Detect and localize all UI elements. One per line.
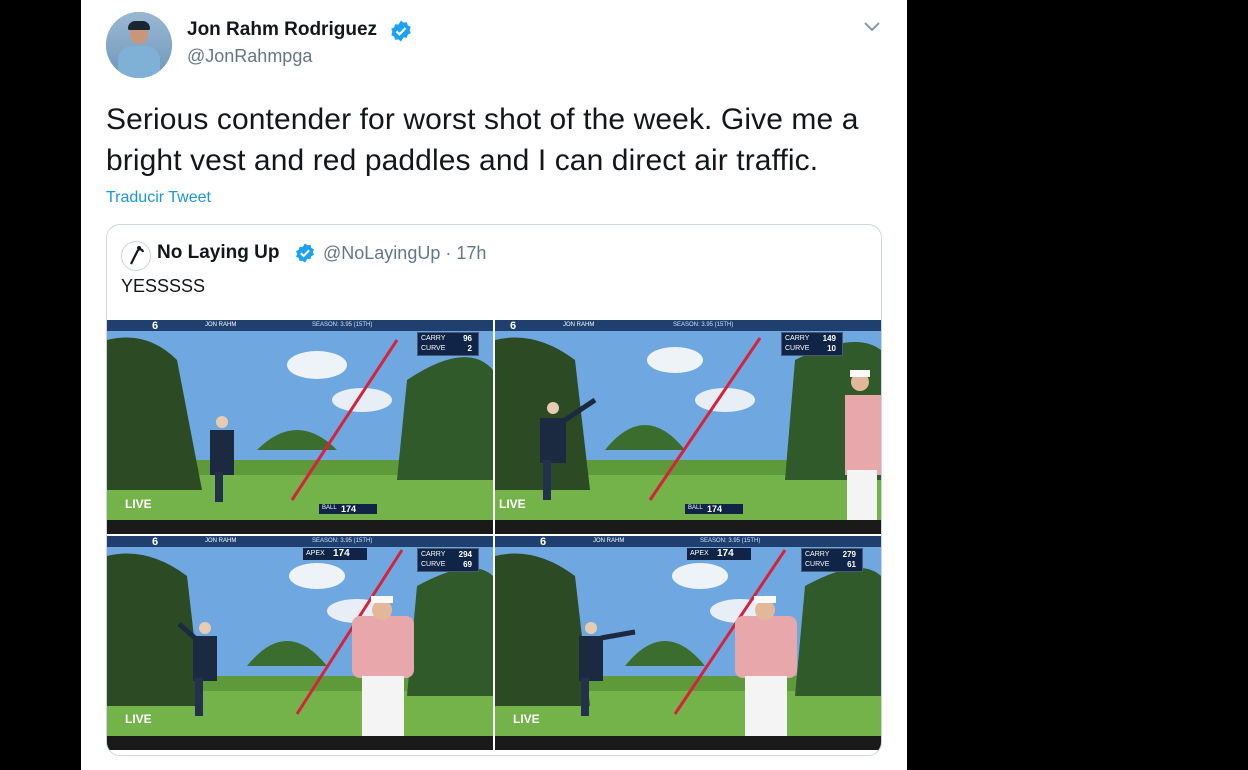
hole-number: 6 bbox=[510, 320, 517, 332]
apex-value: 174 bbox=[717, 548, 734, 559]
video-controls[interactable] bbox=[495, 520, 881, 534]
carry-curve-box: CARRY 149 CURVE 10 bbox=[781, 332, 843, 356]
curve-label: CURVE bbox=[805, 561, 830, 568]
verified-badge-icon bbox=[296, 243, 314, 263]
curve-label: CURVE bbox=[421, 561, 446, 568]
broadcast-hud bbox=[107, 320, 493, 331]
ball-label: BALL bbox=[688, 505, 703, 511]
carry-value: 294 bbox=[458, 550, 472, 559]
ball-speed-box: BALL 174 bbox=[685, 504, 743, 514]
curve-label: CURVE bbox=[785, 345, 810, 352]
carry-value: 96 bbox=[463, 334, 472, 343]
hole-number: 6 bbox=[540, 536, 547, 548]
curve-value: 61 bbox=[847, 560, 856, 569]
media-panel-1[interactable]: 6 JON RAHM SEASON: 3.95 (15TH) CARRY 96 … bbox=[107, 320, 493, 534]
live-badge: LIVE bbox=[499, 497, 526, 511]
carry-label: CARRY bbox=[785, 335, 810, 342]
apex-box: APEX 174 bbox=[303, 548, 367, 560]
curve-value: 2 bbox=[467, 344, 472, 353]
carry-curve-box: CARRY 96 CURVE 2 bbox=[417, 332, 479, 356]
media-panel-4[interactable]: 6 JON RAHM SEASON: 3.95 (15TH) APEX 174 … bbox=[495, 536, 881, 750]
carry-curve-box: CARRY 294 CURVE 69 bbox=[417, 548, 479, 572]
verified-badge-icon bbox=[391, 20, 411, 42]
live-badge: LIVE bbox=[513, 712, 540, 726]
video-controls[interactable] bbox=[495, 736, 881, 750]
hole-number: 6 bbox=[152, 320, 159, 332]
live-badge: LIVE bbox=[125, 712, 152, 726]
carry-value: 279 bbox=[842, 550, 856, 559]
broadcast-hud bbox=[107, 536, 493, 547]
player-name: JON RAHM bbox=[205, 322, 237, 328]
quoted-tweet-text: YESSSSS bbox=[121, 276, 206, 296]
carry-curve-box: CARRY 279 CURVE 61 bbox=[801, 548, 863, 572]
media-panel-3[interactable]: 6 JON RAHM SEASON: 3.95 (15TH) APEX 174 … bbox=[107, 536, 493, 750]
quoted-author-name[interactable]: No Laying Up bbox=[157, 242, 279, 264]
quoted-tweet[interactable]: No Laying Up @NoLayingUp · 17h YESSSSS 6… bbox=[106, 224, 882, 756]
player-name: JON RAHM bbox=[563, 322, 595, 328]
apex-label: APEX bbox=[690, 550, 709, 557]
season-stat: SEASON: 3.95 (15TH) bbox=[673, 322, 734, 328]
ball-value: 174 bbox=[341, 504, 357, 514]
curve-label: CURVE bbox=[421, 345, 446, 352]
carry-label: CARRY bbox=[421, 551, 446, 558]
curve-value: 69 bbox=[463, 560, 472, 569]
curve-value: 10 bbox=[827, 344, 836, 353]
carry-label: CARRY bbox=[805, 551, 830, 558]
tweet-text-line-2: bright vest and red paddles and I can di… bbox=[106, 144, 819, 177]
ball-speed-box: BALL 174 bbox=[319, 504, 377, 514]
carry-label: CARRY bbox=[421, 335, 446, 342]
season-stat: SEASON: 3.95 (15TH) bbox=[312, 322, 373, 328]
video-controls[interactable] bbox=[107, 520, 493, 534]
carry-value: 149 bbox=[822, 334, 836, 343]
video-controls[interactable] bbox=[107, 736, 493, 750]
translate-tweet-link[interactable]: Traducir Tweet bbox=[106, 189, 211, 207]
hole-number: 6 bbox=[152, 536, 159, 548]
tweet-text-line-1: Serious contender for worst shot of the … bbox=[106, 103, 859, 136]
player-name: JON RAHM bbox=[593, 538, 625, 544]
player-name: JON RAHM bbox=[205, 538, 237, 544]
golfer-logo-icon bbox=[130, 246, 145, 265]
broadcast-hud bbox=[495, 536, 881, 547]
quoted-author-handle[interactable]: @NoLayingUp · 17h bbox=[323, 243, 486, 264]
media-grid[interactable]: 6 JON RAHM SEASON: 3.95 (15TH) CARRY 96 … bbox=[107, 320, 881, 755]
quoted-author-avatar[interactable] bbox=[121, 241, 151, 271]
apex-label: APEX bbox=[306, 550, 325, 557]
author-avatar[interactable] bbox=[106, 12, 172, 78]
live-badge: LIVE bbox=[125, 497, 152, 511]
season-stat: SEASON: 3.95 (15TH) bbox=[700, 538, 761, 544]
season-stat: SEASON: 3.95 (15TH) bbox=[312, 538, 373, 544]
author-handle[interactable]: @JonRahmpga bbox=[187, 46, 312, 67]
ball-label: BALL bbox=[322, 505, 337, 511]
apex-box: APEX 174 bbox=[687, 548, 751, 560]
media-panel-2[interactable]: 6 JON RAHM SEASON: 3.95 (15TH) CARRY 149… bbox=[495, 320, 881, 534]
author-name[interactable]: Jon Rahm Rodriguez bbox=[187, 19, 377, 41]
apex-value: 174 bbox=[333, 548, 350, 559]
ball-value: 174 bbox=[707, 504, 723, 514]
chevron-down-icon[interactable] bbox=[862, 18, 882, 34]
tweet-text: Serious contender for worst shot of the … bbox=[106, 99, 896, 181]
